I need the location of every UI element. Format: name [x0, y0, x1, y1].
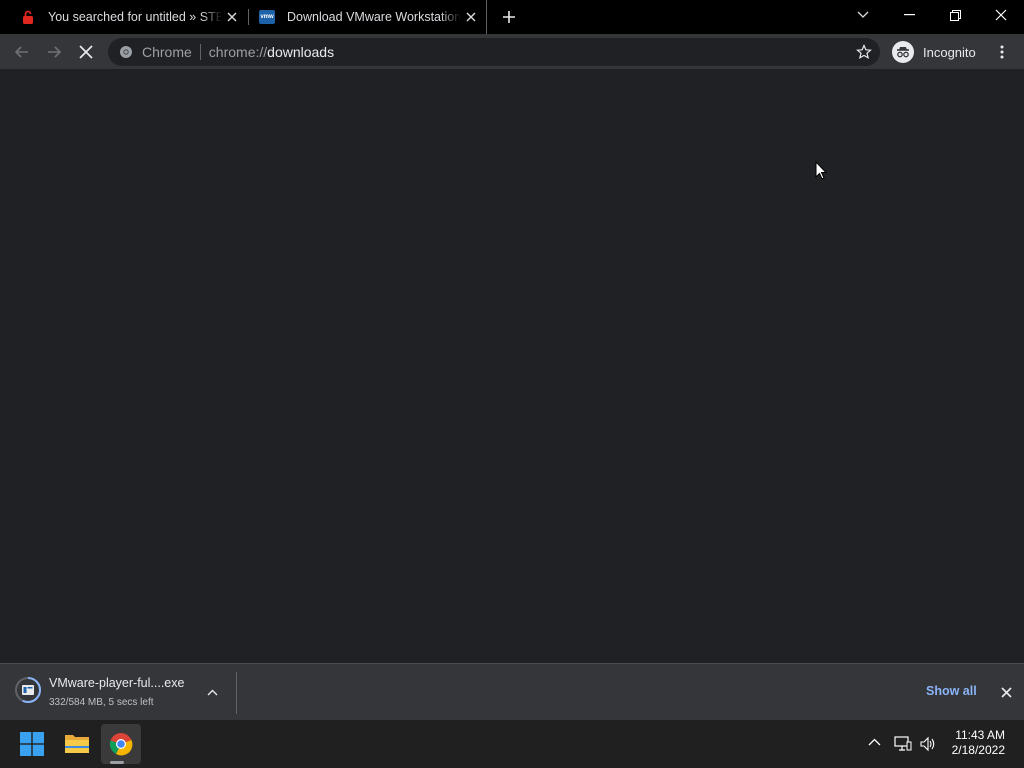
download-status: 332/584 MB, 5 secs left [49, 697, 154, 708]
clock-date: 2/18/2022 [951, 743, 1005, 757]
browser-toolbar: Chrome chrome:// downloads [0, 34, 1024, 70]
forward-arrow-icon[interactable] [40, 38, 68, 66]
file-explorer-icon[interactable] [64, 732, 90, 756]
close-window-icon[interactable] [978, 0, 1024, 30]
chrome-icon [109, 732, 133, 756]
minimize-icon[interactable] [886, 0, 932, 30]
red-lock-icon [20, 9, 36, 25]
tab-vmware[interactable]: vmw Download VMware Workstation Player [259, 0, 481, 34]
tab-search-chevron-icon[interactable] [840, 0, 886, 30]
incognito-label: Incognito [923, 44, 976, 60]
tab-title: Download VMware Workstation Player [287, 10, 461, 24]
chevron-up-icon[interactable] [204, 686, 220, 698]
vmware-icon: vmw [259, 10, 275, 24]
incognito-icon [892, 41, 914, 63]
clock-time: 11:43 AM [955, 728, 1005, 742]
address-bar[interactable]: Chrome chrome:// downloads [108, 38, 880, 66]
download-filename: VMware-player-ful....exe [49, 676, 185, 690]
bookmark-star-icon[interactable] [856, 44, 872, 60]
chrome-logo-icon [119, 45, 133, 59]
mouse-cursor-icon [815, 160, 828, 185]
tab-steam[interactable]: You searched for untitled » STEAM [20, 0, 244, 34]
tab-separator [248, 9, 249, 25]
close-shelf-icon[interactable] [998, 684, 1014, 700]
restore-icon[interactable] [932, 0, 978, 30]
tab-close-icon[interactable] [224, 9, 240, 25]
download-shelf: VMware-player-ful....exe 332/584 MB, 5 s… [0, 663, 1024, 720]
chip-divider [199, 44, 201, 60]
tab-strip: You searched for untitled » STEAM vmw Do… [0, 0, 1024, 34]
volume-icon[interactable] [919, 736, 937, 752]
more-menu-icon[interactable] [988, 38, 1016, 66]
network-icon[interactable] [894, 736, 912, 752]
tray-chevron-up-icon[interactable] [868, 738, 882, 750]
vmware-icon-text: vmw [260, 14, 274, 20]
chrome-taskbar-button[interactable] [101, 724, 141, 764]
download-progress-ring [14, 676, 42, 704]
tab-close-icon[interactable] [463, 9, 479, 25]
page-content [0, 70, 1024, 663]
active-app-indicator [110, 761, 124, 764]
clock[interactable]: 11:43 AM 2/18/2022 [940, 728, 1016, 760]
site-chip-label: Chrome [142, 44, 192, 60]
windows-taskbar: 11:43 AM 2/18/2022 [0, 720, 1024, 768]
back-arrow-icon[interactable] [8, 38, 36, 66]
url-host: downloads [267, 44, 335, 60]
incognito-profile-button[interactable]: Incognito [890, 38, 982, 66]
shelf-divider [236, 672, 237, 714]
download-item[interactable]: VMware-player-ful....exe 332/584 MB, 5 s… [0, 664, 236, 720]
new-tab-plus-icon[interactable] [500, 8, 518, 26]
show-all-link[interactable]: Show all [926, 684, 977, 698]
stop-loading-icon[interactable] [72, 38, 100, 66]
tab-title: You searched for untitled » STEAM [48, 10, 222, 24]
tab-separator [486, 0, 487, 34]
windows-start-icon[interactable] [20, 732, 44, 756]
url-scheme: chrome:// [208, 44, 268, 60]
